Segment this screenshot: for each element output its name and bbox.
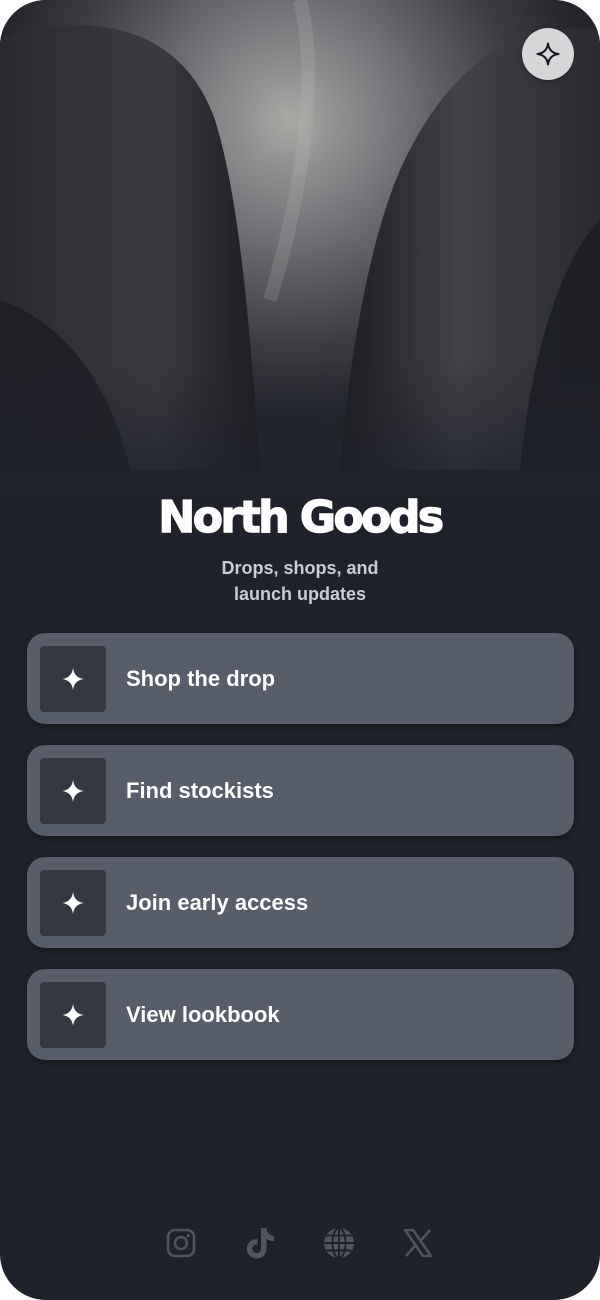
link-button-find-stockists[interactable]: Find stockists	[27, 745, 574, 836]
hero-image	[0, 0, 600, 520]
tiktok-link[interactable]	[237, 1220, 283, 1266]
link-label: Shop the drop	[126, 666, 276, 691]
link-thumbnail	[40, 646, 106, 712]
link-label: View lookbook	[126, 1002, 280, 1027]
globe-icon	[324, 1227, 354, 1259]
x-icon	[403, 1229, 433, 1257]
sparkle-icon	[62, 892, 84, 914]
link-thumbnail	[40, 758, 106, 824]
website-link[interactable]	[316, 1220, 362, 1266]
sparkle-icon	[62, 780, 84, 802]
page-title: North Goods	[158, 491, 445, 543]
link-thumbnail	[40, 982, 106, 1048]
instagram-icon	[166, 1228, 196, 1258]
sparkle-icon	[536, 42, 560, 66]
subtitle-line: Drops, shops, and	[221, 558, 379, 578]
link-button-shop-the-drop[interactable]: Shop the drop	[27, 633, 574, 724]
page-subtitle: Drops, shops, and launch updates	[180, 555, 420, 607]
sparkle-icon	[62, 1004, 84, 1026]
share-button[interactable]	[522, 28, 574, 80]
sparkle-icon	[62, 668, 84, 690]
link-button-view-lookbook[interactable]: View lookbook	[27, 969, 574, 1060]
link-list: Shop the drop Find stockists Join early …	[27, 633, 574, 1081]
subtitle-line: launch updates	[233, 584, 367, 604]
social-links	[0, 1220, 600, 1266]
instagram-link[interactable]	[158, 1220, 204, 1266]
tiktok-icon	[246, 1228, 274, 1259]
link-label: Join early access	[126, 890, 309, 915]
link-thumbnail	[40, 870, 106, 936]
phone-screen: North Goods Drops, shops, and launch upd…	[0, 0, 600, 1300]
x-link[interactable]	[395, 1220, 441, 1266]
link-label: Find stockists	[126, 778, 274, 803]
link-button-join-early-access[interactable]: Join early access	[27, 857, 574, 948]
